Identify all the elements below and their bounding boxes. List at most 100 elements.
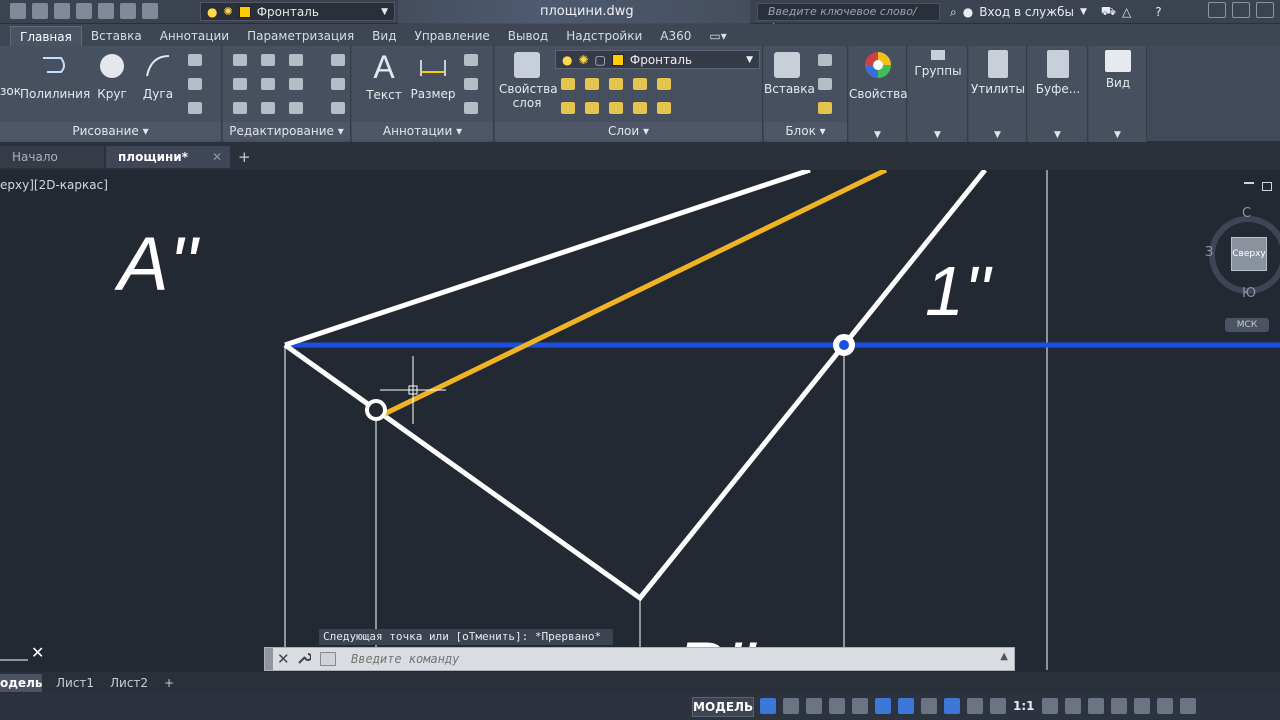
close-icon[interactable]: ✕ xyxy=(212,146,222,168)
layer-tool-icon[interactable] xyxy=(657,78,671,90)
annotation-visibility-icon[interactable] xyxy=(990,698,1006,714)
model-space-button[interactable]: МОДЕЛЬ xyxy=(692,697,754,717)
fillet-icon[interactable] xyxy=(289,78,303,90)
mirror-icon[interactable] xyxy=(261,78,275,90)
ortho-icon[interactable] xyxy=(806,698,822,714)
workspace-icon[interactable] xyxy=(1087,698,1104,714)
customize-icon[interactable] xyxy=(1179,698,1196,714)
layer-tool-icon[interactable] xyxy=(609,78,623,90)
scale-icon[interactable] xyxy=(261,102,275,114)
undo-icon[interactable] xyxy=(120,3,136,19)
qat-layer-dropdown[interactable]: ● ✺ Фронталь ▼ xyxy=(200,2,395,21)
viewcube-north[interactable]: С xyxy=(1242,206,1251,221)
snap-icon[interactable] xyxy=(783,698,799,714)
draw-panel-title[interactable]: Рисование ▾ xyxy=(0,122,221,140)
rotate-icon[interactable] xyxy=(261,54,275,66)
tab-annotate[interactable]: Аннотации xyxy=(151,26,238,46)
hardware-icon[interactable] xyxy=(1133,698,1150,714)
layer-dropdown[interactable]: ● ✺ ▢ Фронталь ▼ xyxy=(555,50,760,69)
exchange-icon[interactable]: △ xyxy=(1122,5,1131,19)
circle-tool[interactable]: Круг xyxy=(92,52,132,101)
signin-button[interactable]: ⌕ ● Вход в службы ▼ ⛟ △ ? xyxy=(950,4,1162,20)
utilities-panel[interactable]: Утилиты ▼ xyxy=(969,46,1027,142)
fullscreen-icon[interactable] xyxy=(1156,698,1173,714)
viewcube[interactable]: Сверху С З Ю МСК xyxy=(1205,200,1280,350)
leader-icon[interactable] xyxy=(464,78,478,90)
layer-tool-icon[interactable] xyxy=(561,78,575,90)
layer-tool-icon[interactable] xyxy=(633,102,647,114)
tab-sheet1[interactable]: Лист1 xyxy=(48,674,102,692)
modify-panel-title[interactable]: Редактирование ▾ xyxy=(223,122,350,140)
tab-start[interactable]: Начало xyxy=(0,146,104,168)
osnap-icon[interactable] xyxy=(898,698,914,714)
insert-tool[interactable]: Вставка xyxy=(764,52,815,96)
tab-insert[interactable]: Вставка xyxy=(82,26,151,46)
minimize-icon[interactable] xyxy=(1244,182,1254,184)
close-icon[interactable]: ✕ xyxy=(277,650,290,668)
saveas-icon[interactable] xyxy=(76,3,92,19)
tab-sheet2[interactable]: Лист2 xyxy=(102,674,156,692)
table-icon[interactable] xyxy=(464,102,478,114)
search-input[interactable]: Введите ключевое слово/фразу xyxy=(757,3,940,34)
tab-parametric[interactable]: Параметризация xyxy=(238,26,363,46)
plus-icon[interactable] xyxy=(1064,698,1081,714)
new-icon[interactable] xyxy=(10,3,26,19)
layers-panel-title[interactable]: Слои ▾ xyxy=(495,122,762,140)
tab-current-file[interactable]: площини* ✕ xyxy=(106,146,230,168)
trim-icon[interactable] xyxy=(289,54,303,66)
isodraft-icon[interactable] xyxy=(852,698,868,714)
layer-tool-icon[interactable] xyxy=(633,78,647,90)
close-icon[interactable] xyxy=(1256,2,1274,18)
viewcube-west[interactable]: З xyxy=(1205,245,1213,260)
layer-tool-icon[interactable] xyxy=(657,102,671,114)
layer-tool-icon[interactable] xyxy=(585,78,599,90)
tab-home[interactable]: Главная xyxy=(10,26,82,46)
lineweight-icon[interactable] xyxy=(921,698,937,714)
annotation-panel-title[interactable]: Аннотации ▾ xyxy=(352,122,493,140)
offset-icon[interactable] xyxy=(331,102,345,114)
dimension-tool[interactable]: Размер xyxy=(408,52,458,101)
clipboard-panel[interactable]: Буфе... ▼ xyxy=(1028,46,1088,142)
command-input[interactable] xyxy=(351,651,951,667)
attribute-icon[interactable] xyxy=(818,102,832,114)
array-icon[interactable] xyxy=(289,102,303,114)
create-block-icon[interactable] xyxy=(818,54,832,66)
save-icon[interactable] xyxy=(54,3,70,19)
add-layout-button[interactable]: + xyxy=(156,674,182,692)
prompt-icon[interactable] xyxy=(320,652,336,666)
text-tool[interactable]: A Текст xyxy=(362,50,406,102)
polyline-tool[interactable]: Полилиния xyxy=(20,52,90,101)
layer-properties-tool[interactable]: Свойства слоя xyxy=(499,52,558,110)
viewcube-south[interactable]: Ю xyxy=(1242,286,1256,301)
drag-handle[interactable] xyxy=(265,648,273,670)
viewport-label[interactable]: ерху][2D-каркас] xyxy=(0,178,108,192)
polar-icon[interactable] xyxy=(829,698,845,714)
tab-addins[interactable]: Надстройки xyxy=(557,26,651,46)
cart-icon[interactable]: ⛟ xyxy=(1101,4,1116,20)
tab-view[interactable]: Вид xyxy=(363,26,405,46)
maximize-icon[interactable] xyxy=(1262,182,1272,191)
tab-output[interactable]: Вывод xyxy=(499,26,557,46)
layer-tool-icon[interactable] xyxy=(561,102,575,114)
grid-icon[interactable] xyxy=(760,698,776,714)
explode-icon[interactable] xyxy=(331,78,345,90)
move-icon[interactable] xyxy=(233,54,247,66)
layer-tool-icon[interactable] xyxy=(585,102,599,114)
restore-icon[interactable] xyxy=(1232,2,1250,18)
annotation-scale[interactable]: 1:1 xyxy=(1013,699,1035,713)
layer-tool-icon[interactable] xyxy=(609,102,623,114)
ucs-menu[interactable]: МСК xyxy=(1225,318,1269,332)
groups-panel[interactable]: Группы ▼ xyxy=(908,46,968,142)
hatch-icon[interactable] xyxy=(188,78,202,90)
drawing-canvas[interactable]: A'' 1'' B'' ✕ ерху][2D-каркас] Сверху С … xyxy=(0,170,1280,670)
properties-panel[interactable]: Свойства ▼ xyxy=(849,46,908,142)
tab-manage[interactable]: Управление xyxy=(406,26,499,46)
block-panel-title[interactable]: Блок ▾ xyxy=(764,122,847,140)
gear-icon[interactable] xyxy=(1041,698,1058,714)
tab-model[interactable]: одель xyxy=(0,674,42,692)
line-tool[interactable]: зок xyxy=(0,52,21,98)
tab-extra[interactable]: ▭▾ xyxy=(700,26,735,46)
print-icon[interactable] xyxy=(98,3,114,19)
tab-a360[interactable]: A360 xyxy=(651,26,700,46)
minimize-icon[interactable] xyxy=(1208,2,1226,18)
